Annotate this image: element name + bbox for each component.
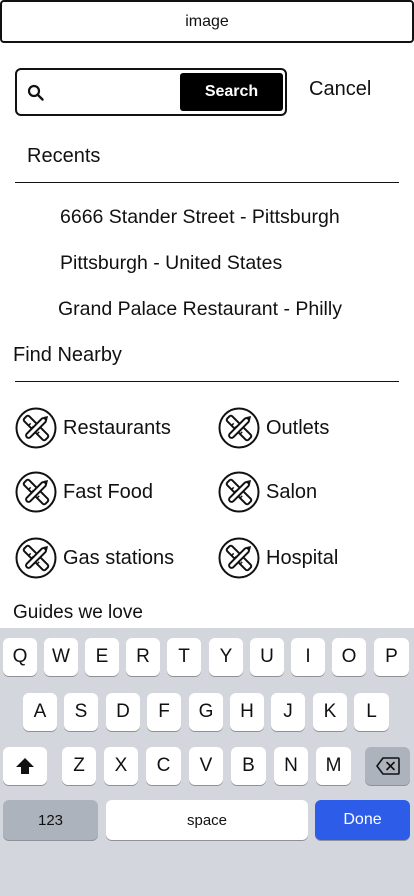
fast-food-icon xyxy=(15,471,57,513)
key-j[interactable]: J xyxy=(271,693,305,731)
key-s[interactable]: S xyxy=(64,693,98,731)
key-z[interactable]: Z xyxy=(62,747,96,785)
key-n[interactable]: N xyxy=(274,747,308,785)
key-w[interactable]: W xyxy=(44,638,78,676)
outlet-icon xyxy=(218,407,260,449)
nearby-label: Restaurants xyxy=(63,416,171,439)
nearby-label: Outlets xyxy=(266,416,330,439)
nearby-divider xyxy=(15,381,399,382)
key-y[interactable]: Y xyxy=(209,638,243,676)
key-i[interactable]: I xyxy=(291,638,325,676)
header-title: image xyxy=(185,12,229,30)
recent-item[interactable]: Grand Palace Restaurant - Philly xyxy=(58,298,342,321)
search-button[interactable]: Search xyxy=(180,73,283,111)
done-key[interactable]: Done xyxy=(315,800,410,840)
cancel-button[interactable]: Cancel xyxy=(309,78,371,101)
nearby-item-restaurants[interactable]: Restaurants xyxy=(15,407,171,449)
space-key[interactable]: space xyxy=(106,800,308,840)
nearby-item-fast-food[interactable]: Fast Food xyxy=(15,471,153,513)
restaurant-icon xyxy=(15,407,57,449)
shift-key[interactable] xyxy=(3,747,47,785)
key-d[interactable]: D xyxy=(106,693,140,731)
key-u[interactable]: U xyxy=(250,638,284,676)
salon-icon xyxy=(218,471,260,513)
keyboard: Q W E R T Y U I O P A S D F G H J K L Z … xyxy=(0,628,414,896)
nearby-item-salon[interactable]: Salon xyxy=(218,471,317,513)
key-r[interactable]: R xyxy=(126,638,160,676)
recent-item[interactable]: 6666 Stander Street - Pittsburgh xyxy=(60,206,340,229)
backspace-icon xyxy=(375,757,400,775)
image-placeholder-bar: image xyxy=(0,0,414,43)
key-t[interactable]: T xyxy=(167,638,201,676)
key-h[interactable]: H xyxy=(230,693,264,731)
search-input[interactable] xyxy=(53,74,179,110)
backspace-key[interactable] xyxy=(365,747,410,785)
guides-title: Guides we love xyxy=(13,602,143,623)
key-o[interactable]: O xyxy=(332,638,366,676)
nearby-item-hospital[interactable]: Hospital xyxy=(218,537,338,579)
search-box[interactable]: Search xyxy=(15,68,287,116)
key-x[interactable]: X xyxy=(104,747,138,785)
key-f[interactable]: F xyxy=(147,693,181,731)
key-k[interactable]: K xyxy=(313,693,347,731)
key-g[interactable]: G xyxy=(189,693,223,731)
key-q[interactable]: Q xyxy=(3,638,37,676)
shift-icon xyxy=(16,758,34,774)
key-v[interactable]: V xyxy=(189,747,223,785)
key-c[interactable]: C xyxy=(146,747,181,785)
key-m[interactable]: M xyxy=(316,747,351,785)
recent-item[interactable]: Pittsburgh - United States xyxy=(60,252,282,275)
nearby-label: Fast Food xyxy=(63,480,154,503)
key-p[interactable]: P xyxy=(374,638,409,676)
key-a[interactable]: A xyxy=(23,693,57,731)
numbers-key[interactable]: 123 xyxy=(3,800,98,840)
recents-title: Recents xyxy=(27,145,101,167)
hospital-icon xyxy=(218,537,260,579)
nearby-item-gas-stations[interactable]: Gas stations xyxy=(15,537,174,579)
key-l[interactable]: L xyxy=(354,693,389,731)
key-b[interactable]: B xyxy=(231,747,266,785)
nearby-label: Gas stations xyxy=(63,546,175,569)
search-icon xyxy=(27,84,44,101)
recents-divider xyxy=(15,182,399,183)
key-e[interactable]: E xyxy=(85,638,119,676)
nearby-item-outlets[interactable]: Outlets xyxy=(218,407,329,449)
nearby-label: Hospital xyxy=(266,546,339,569)
nearby-label: Salon xyxy=(266,480,318,503)
find-nearby-title: Find Nearby xyxy=(13,344,122,366)
gas-station-icon xyxy=(15,537,57,579)
